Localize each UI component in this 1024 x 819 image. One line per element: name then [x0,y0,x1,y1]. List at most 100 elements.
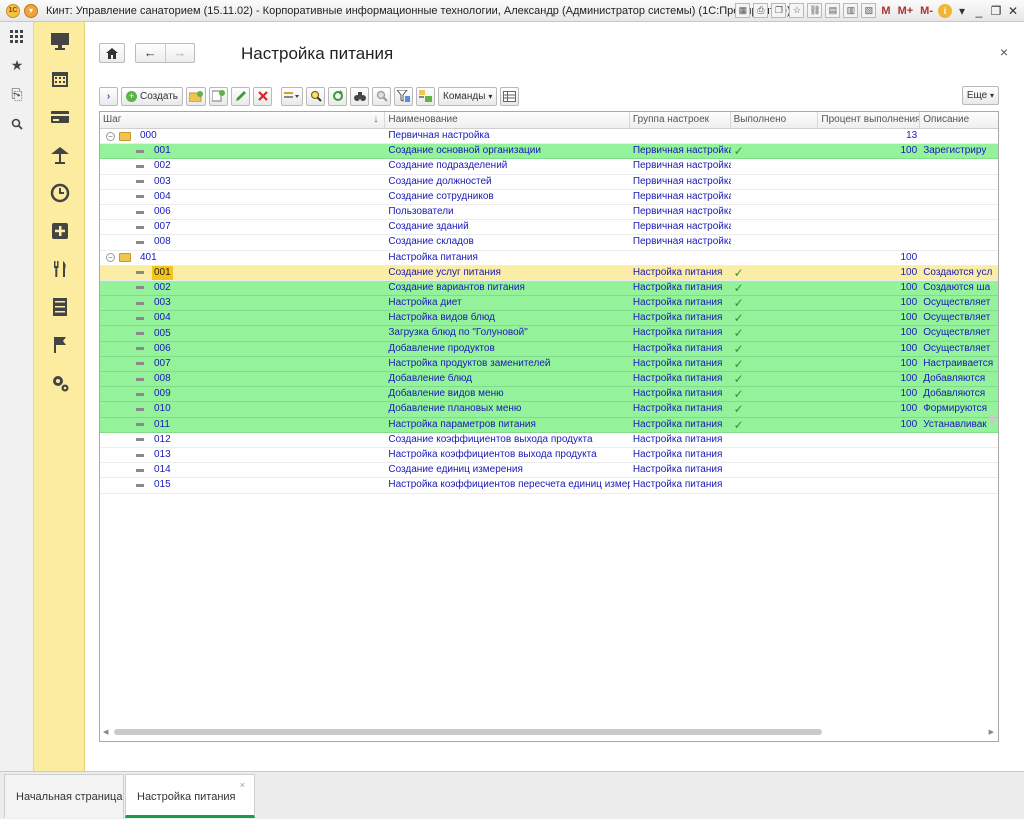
settings-table[interactable]: Шаг ↓ Наименование Группа настроек Выпол… [99,111,999,742]
cell-percent [818,159,920,173]
table-row[interactable]: 003 Создание должностей Первичная настройк… [100,175,998,190]
print-tool-icon[interactable]: ⎙ [753,3,769,18]
flag-icon[interactable] [34,326,85,364]
horizontal-scrollbar[interactable] [114,729,822,735]
forward-arrow-icon[interactable]: → [164,44,195,62]
table-row[interactable]: 008 Создание складов Первичная настройка [100,235,998,251]
cell-group: Настройка питания [632,327,723,339]
cutlery-icon[interactable] [34,250,85,288]
column-header-percent[interactable]: Процент выполнения [818,112,921,128]
more-button[interactable]: Еще ▾ [961,86,999,105]
tab-nutrition-settings[interactable]: Настройка питания × [125,774,255,818]
edit-button[interactable] [231,86,251,106]
home-button[interactable] [99,43,125,63]
table-row[interactable]: 002 Создание подразделений Первичная настр… [100,159,998,175]
column-header-description[interactable]: Описание [920,112,998,128]
table-row[interactable]: 003 Настройка диет Настройка питания ✓ 100 Ос… [100,296,998,312]
dropdown-arrow-icon[interactable]: ▾ [955,4,969,18]
search-everywhere-button[interactable] [350,86,370,106]
copy-button[interactable] [209,86,229,106]
column-header-name[interactable]: Наименование [385,112,630,128]
main-menu-icon[interactable]: ▾ [24,3,38,18]
gears-icon[interactable] [34,364,85,402]
item-dash-icon [136,316,144,320]
settings-list-button[interactable] [416,86,436,106]
expand-panel-button[interactable]: › [99,86,118,106]
refresh-button[interactable] [328,86,348,106]
column-header-group[interactable]: Группа настроек [630,112,731,128]
table-row[interactable]: 015 Настройка коэффициентов пересчета еди… [100,478,998,494]
create-folder-button[interactable] [186,86,207,106]
back-arrow-icon[interactable]: ← [136,44,165,62]
minimize-icon[interactable]: _ [972,4,986,18]
table-row[interactable]: 005 Загрузка блюд по "Голуновой" Настройка… [100,326,998,342]
table-row[interactable]: 007 Создание зданий Первичная настройка [100,220,998,236]
table-row[interactable]: 009 Добавление видов меню Настройка питани… [100,387,998,403]
copy-tool-icon[interactable]: ❐ [771,3,787,18]
cell-name: Первичная настройка [388,130,490,141]
search-icon[interactable] [0,109,34,138]
calendar-icon[interactable] [34,60,85,98]
card-icon[interactable] [34,98,85,136]
table-row[interactable]: 008 Добавление блюд Настройка питания ✓ 100 Д… [100,372,998,388]
table-row[interactable]: 004 Настройка видов блюд Настройка питания… [100,311,998,327]
favorite-tool-icon[interactable]: ☆ [789,3,805,18]
history-icon[interactable]: ⎘ [0,80,34,109]
restore-icon[interactable]: ❐ [989,4,1003,18]
cabinet-icon[interactable] [34,288,85,326]
table-row[interactable]: 001 Создание основной организации Первична… [100,144,998,160]
link-tool-icon[interactable]: ⛓ [807,3,823,18]
table-row[interactable]: 006 Добавление продуктов Настройка питания… [100,341,998,357]
column-header-done[interactable]: Выполнено [731,112,819,128]
filter-button[interactable] [394,86,414,106]
scroll-right-icon[interactable]: ▶ [989,728,994,736]
collapse-toggle-icon[interactable]: − [106,253,115,263]
column-header-step[interactable]: Шаг ↓ [100,112,386,128]
info-icon[interactable]: i [938,3,952,18]
find-button[interactable] [306,86,326,106]
table-row[interactable]: 014 Создание единиц измерения Настройка пи… [100,463,998,479]
calendar-tool-icon[interactable]: ▦ [735,3,751,18]
clock-icon[interactable] [34,174,85,212]
collapse-toggle-icon[interactable]: − [106,131,115,141]
item-dash-icon [136,240,144,244]
commands-dropdown[interactable]: Команды ▾ [438,86,498,106]
cell-description: Создаются ша [923,281,991,293]
create-button[interactable]: + Создать [121,86,184,106]
table-row[interactable]: 007 Настройка продуктов заменителей Настро… [100,356,998,372]
window-close-icon[interactable]: ✕ [1006,4,1020,18]
tab-close-icon[interactable]: × [240,763,245,807]
group-menu-button[interactable] [281,86,304,106]
clipboard-tool-icon[interactable]: ▧ [861,3,877,18]
tab-home-page[interactable]: Начальная страница [4,774,124,818]
cancel-search-button[interactable] [372,86,392,106]
table-row[interactable]: 011 Настройка параметров питания Настройка… [100,417,998,433]
calculator-tool-icon[interactable]: ▤ [825,3,841,18]
beach-umbrella-icon[interactable] [34,136,85,174]
window-titlebar: 1С ▾ Кинт: Управление санаторием (15.11.… [0,0,1024,22]
table-row[interactable]: 006 Пользователи Первичная настройка [100,205,998,221]
table-row[interactable]: 004 Создание сотрудников Первичная настрой… [100,190,998,205]
cell-group: Первичная настройка [632,221,731,233]
table-row[interactable]: 001 Создание услуг питания Настройка питан… [100,265,998,281]
form-close-icon[interactable]: × [1000,44,1008,60]
vertical-scrollbar[interactable] [989,414,995,424]
table-group-row[interactable]: − 000 Первичная настройка 13 [100,129,998,145]
apps-grid-icon[interactable] [0,22,34,51]
delete-button[interactable] [253,86,273,106]
table-group-row[interactable]: − 401 Настройка питания 100 [100,251,998,266]
memory-button[interactable]: M [879,5,892,17]
output-list-button[interactable] [500,86,520,106]
medical-plus-icon[interactable] [34,212,85,250]
sheet-tool-icon[interactable]: ▥ [843,3,859,18]
memory-minus-button[interactable]: M- [918,5,935,17]
table-row[interactable]: 012 Создание коэффициентов выхода продукт… [100,433,998,448]
table-row[interactable]: 010 Добавление плановых меню Настройка пит… [100,402,998,418]
table-row[interactable]: 013 Настройка коэффициентов выхода продук… [100,448,998,464]
memory-plus-button[interactable]: M+ [896,5,916,17]
cell-description: Формируются [923,403,987,415]
favorites-star-icon[interactable]: ★ [0,51,34,80]
scroll-left-icon[interactable]: ◀ [103,728,108,736]
desktop-icon[interactable] [34,22,85,60]
table-row[interactable]: 002 Создание вариантов питания Настройка п… [100,280,998,297]
